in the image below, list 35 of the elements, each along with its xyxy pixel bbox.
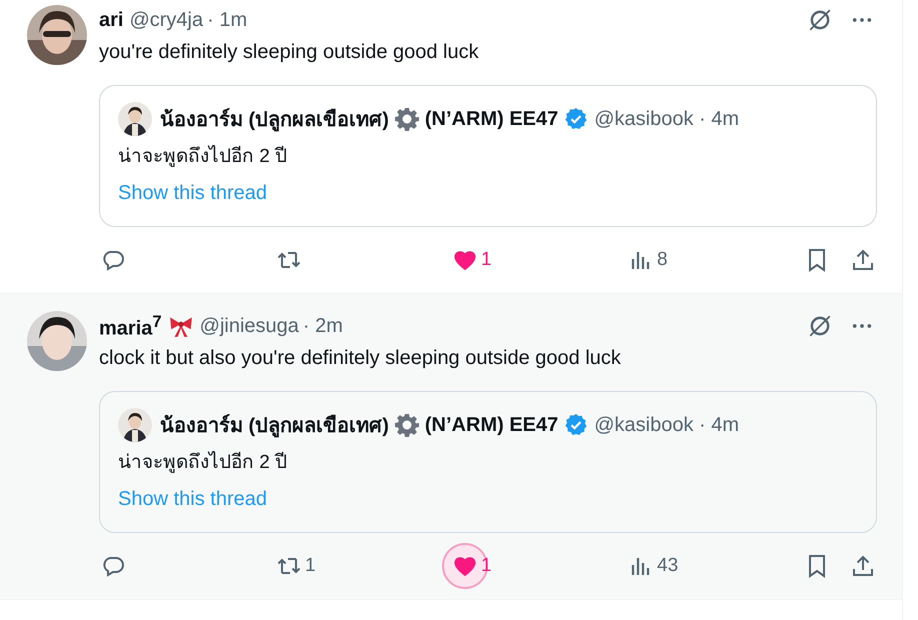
- quoted-author-name[interactable]: (N’ARM) EE47: [424, 414, 558, 436]
- quoted-author-name[interactable]: น้องอาร์ม (ปลูกผลเขือเทศ): [160, 103, 389, 135]
- speech-bubble-icon: [101, 248, 125, 272]
- post-time[interactable]: · 2m: [302, 314, 343, 338]
- user-handle[interactable]: @cry4ja: [129, 8, 204, 32]
- user-name[interactable]: ari: [99, 8, 124, 32]
- views-button[interactable]: 43: [627, 552, 680, 580]
- retweet-button[interactable]: 1: [275, 552, 318, 580]
- quoted-author-name[interactable]: น้องอาร์ม (ปลูกผลเขือเทศ): [160, 409, 389, 441]
- more-options-icon[interactable]: [851, 321, 873, 331]
- slashed-circle-icon[interactable]: [807, 313, 833, 339]
- more-options-icon[interactable]: [851, 15, 873, 25]
- share-icon: [851, 554, 875, 578]
- user-name[interactable]: maria$^{7}$: [99, 312, 162, 340]
- quoted-author-handle[interactable]: @kasibook · 4m: [594, 414, 740, 436]
- post-time[interactable]: · 1m: [207, 8, 248, 32]
- post-text: you're definitely sleeping outside good luck: [99, 40, 480, 65]
- user-handle[interactable]: @jiniesuga: [200, 314, 299, 338]
- views-button[interactable]: 8: [627, 246, 670, 274]
- speech-bubble-icon: [101, 554, 125, 578]
- quoted-author-name[interactable]: (N’ARM) EE47: [424, 108, 558, 130]
- heart-icon: [453, 248, 477, 272]
- quoted-post-text: น่าจะพูดถึงไปอีก 2 ปี: [118, 450, 288, 475]
- quoted-post[interactable]: น้องอาร์ม (ปลูกผลเขือเทศ) (N’ARM) EE47 @kasibook · 4m น่าจะพูดถึงไปอีก 2 ปี Show this thread: [99, 391, 877, 533]
- slashed-circle-icon[interactable]: [807, 7, 833, 33]
- gear-icon: [394, 107, 419, 131]
- quoted-author-handle[interactable]: @kasibook · 4m: [594, 108, 740, 130]
- post-text: clock it but also you're definitely sleeping outside good luck: [99, 346, 622, 371]
- share-icon: [851, 248, 875, 272]
- like-button[interactable]: 1: [451, 246, 494, 274]
- gear-icon: [394, 413, 419, 437]
- quoted-post-text: น่าจะพูดถึงไปอีก 2 ปี: [118, 144, 288, 169]
- heart-icon: [453, 554, 477, 578]
- quoted-post[interactable]: น้องอาร์ม (ปลูกผลเขือเทศ) (N’ARM) EE47 @kasibook · 4m น่าจะพูดถึงไปอีก 2 ปี Show this thread: [99, 85, 877, 227]
- tweet-card[interactable]: maria$^{7}$ @jiniesuga · 2m clock it but also you're definitely sleeping outside good luck น้องอาร์ม (ปลูกผลเขือเทศ) (N’ARM) EE47 @kasibook · 4m น่าจะพูดถึงไปอีก 2 ปี Show this thread 1 1 43: [0, 294, 902, 600]
